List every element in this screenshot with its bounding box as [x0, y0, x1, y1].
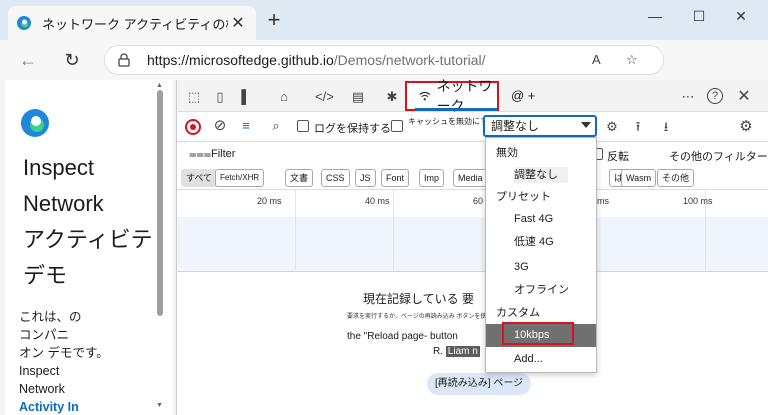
group-presets: プリセット — [496, 191, 551, 203]
chip-document[interactable]: 文書 — [285, 169, 314, 187]
filter-icon: ⩶ — [189, 146, 212, 161]
close-devtools-icon[interactable]: ✕ — [735, 88, 753, 106]
preserve-log-label: ログを保持する — [314, 123, 391, 135]
more-tabs-button[interactable]: @ + — [511, 88, 535, 103]
web-page: Inspect Network アクティビテ デモ これは、の コンパニ オン … — [5, 80, 173, 415]
active-tab-indicator — [415, 108, 497, 111]
chip-font[interactable]: Font — [381, 169, 410, 187]
shortcut-hint: R. Liam n — [433, 346, 480, 357]
preserve-log-checkbox[interactable] — [297, 120, 309, 132]
wifi-icon — [419, 92, 431, 101]
tab-close-icon[interactable]: ✕ — [228, 13, 248, 33]
welcome-home-icon[interactable]: ⌂ — [275, 88, 293, 106]
chip-other[interactable]: その他 — [657, 169, 695, 187]
chip-media[interactable]: Media — [453, 169, 488, 187]
option-no-throttling[interactable]: 調整なし — [486, 164, 596, 187]
throttling-select[interactable]: 調整なし — [483, 115, 597, 137]
more-filters-dropdown[interactable]: その他のフィルター — [669, 148, 768, 164]
minimize-button[interactable]: — — [640, 8, 670, 24]
filter-row: ⩶ Filter 反転 その他のフィルター — [177, 142, 768, 166]
close-window-button[interactable]: ✕ — [726, 8, 756, 25]
throttling-value: 調整なし — [491, 119, 540, 133]
type-filter-chips: すべて Fetch/XHR 文書 CSS JS Font Imp Media は… — [177, 166, 768, 190]
refresh-icon[interactable]: ↻ — [58, 48, 86, 72]
tab-strip: ネットワーク アクティビティの検査のデモ ✕ + — ☐ ✕ — [0, 0, 768, 40]
filter-toggle-icon[interactable]: ≡ — [237, 117, 255, 135]
console-tab-icon[interactable]: ▤ — [349, 88, 367, 106]
chip-wasm[interactable]: Wasm — [621, 169, 657, 187]
tick-label: 60 — [473, 196, 484, 206]
sources-bug-icon[interactable]: ✱ — [383, 88, 401, 106]
option-offline[interactable]: オフライン — [486, 279, 596, 302]
tab-title: ネットワーク アクティビティの検査のデモ — [42, 16, 228, 32]
page-scrollbar[interactable] — [157, 90, 163, 316]
edge-logo-icon — [17, 16, 31, 30]
network-overview-timeline: 20 ms 40 ms 60 ms 100 ms — [177, 190, 768, 272]
elements-tab-icon[interactable]: </> — [315, 88, 334, 106]
chevron-down-icon — [581, 122, 591, 128]
clear-icon[interactable]: ⊘ — [211, 117, 229, 135]
chip-css[interactable]: CSS — [321, 169, 350, 187]
demo-link[interactable]: Activity In — [19, 398, 169, 415]
help-icon[interactable]: ? — [707, 88, 723, 104]
chip-fetch-xhr[interactable]: Fetch/XHR — [215, 169, 265, 187]
url-host: https://microsoftedge.github.io — [147, 52, 334, 68]
read-aloud-icon[interactable]: A — [592, 52, 601, 67]
url-field[interactable]: https://microsoftedge.github.io/Demos/ne… — [104, 45, 664, 75]
url-path: /Demos/network-tutorial/ — [333, 52, 486, 68]
chip-img[interactable]: Imp — [419, 169, 445, 187]
edge-logo-icon — [21, 109, 49, 137]
option-3g[interactable]: 3G — [486, 256, 596, 279]
recording-message: 現在記録している 要 — [363, 292, 474, 306]
page-title: Inspect Network アクティビテ デモ — [23, 155, 153, 288]
scroll-up-arrow-icon[interactable]: ▲ — [156, 82, 163, 89]
page-description: これは、の コンパニ オン デモです。 Inspect Network Acti… — [19, 308, 169, 415]
import-har-icon[interactable]: ⭱ — [629, 118, 647, 136]
maximize-button[interactable]: ☐ — [684, 8, 714, 25]
devtools-toolbar: ⬚ ▯ ▌ ⌂ </> ▤ ✱ ネットワーク @ + ⋯ ? ✕ — [177, 78, 768, 114]
option-add-custom[interactable]: Add... — [486, 348, 596, 371]
tick-label: 20 ms — [257, 196, 282, 206]
option-fast-4g[interactable]: Fast 4G — [486, 208, 596, 231]
tick-label: 100 ms — [683, 196, 713, 206]
chip-js[interactable]: JS — [355, 169, 376, 187]
search-icon[interactable]: ⌕ — [267, 117, 285, 135]
inspect-element-icon[interactable]: ⬚ — [185, 88, 203, 106]
favorite-star-icon[interactable]: ☆ — [626, 52, 638, 68]
settings-gear-icon[interactable]: ⚙ — [737, 118, 755, 136]
disable-cache-checkbox[interactable] — [391, 120, 403, 132]
reload-hint: the "Reload page- button — [347, 331, 458, 342]
tick-label: 40 ms — [365, 196, 390, 206]
highlight-annotation — [502, 322, 574, 345]
back-arrow-icon[interactable]: ← — [14, 48, 42, 72]
export-har-icon[interactable]: ⭳ — [657, 118, 675, 136]
filter-input[interactable]: Filter — [211, 148, 235, 160]
reload-page-button[interactable]: [再読み込み] ページ — [427, 373, 532, 395]
tab-network[interactable]: ネットワーク — [405, 78, 499, 114]
scroll-down-arrow-icon[interactable]: ▼ — [156, 402, 163, 409]
network-toolbar: ⊘ ≡ ⌕ ログを保持する キャッシュを無効にする 調整なし ⚙ ⭱ ⭳ ⚙ — [177, 112, 768, 142]
tick-label: ms — [597, 196, 609, 206]
devtools-panel: ⬚ ▯ ▌ ⌂ </> ▤ ✱ ネットワーク @ + ⋯ ? ✕ ⊘ ≡ ⌕ ロ… — [176, 78, 768, 415]
invert-label: 反転 — [607, 151, 629, 163]
group-disabled: 無効 — [496, 147, 518, 159]
lock-icon — [118, 53, 130, 67]
dock-side-icon[interactable]: ▌ — [237, 88, 255, 106]
address-bar-row: ← ↻ https://microsoftedge.github.io/Demo… — [0, 40, 768, 80]
browser-tab[interactable]: ネットワーク アクティビティの検査のデモ ✕ — [8, 6, 256, 40]
new-tab-button[interactable]: + — [264, 9, 284, 31]
option-slow-4g[interactable]: 低速 4G — [486, 231, 596, 254]
record-button[interactable] — [185, 119, 201, 135]
more-options-icon[interactable]: ⋯ — [679, 88, 697, 106]
chip-all[interactable]: すべて — [181, 169, 218, 187]
device-emulation-icon[interactable]: ▯ — [211, 88, 229, 106]
network-conditions-icon[interactable]: ⚙ — [603, 118, 621, 136]
